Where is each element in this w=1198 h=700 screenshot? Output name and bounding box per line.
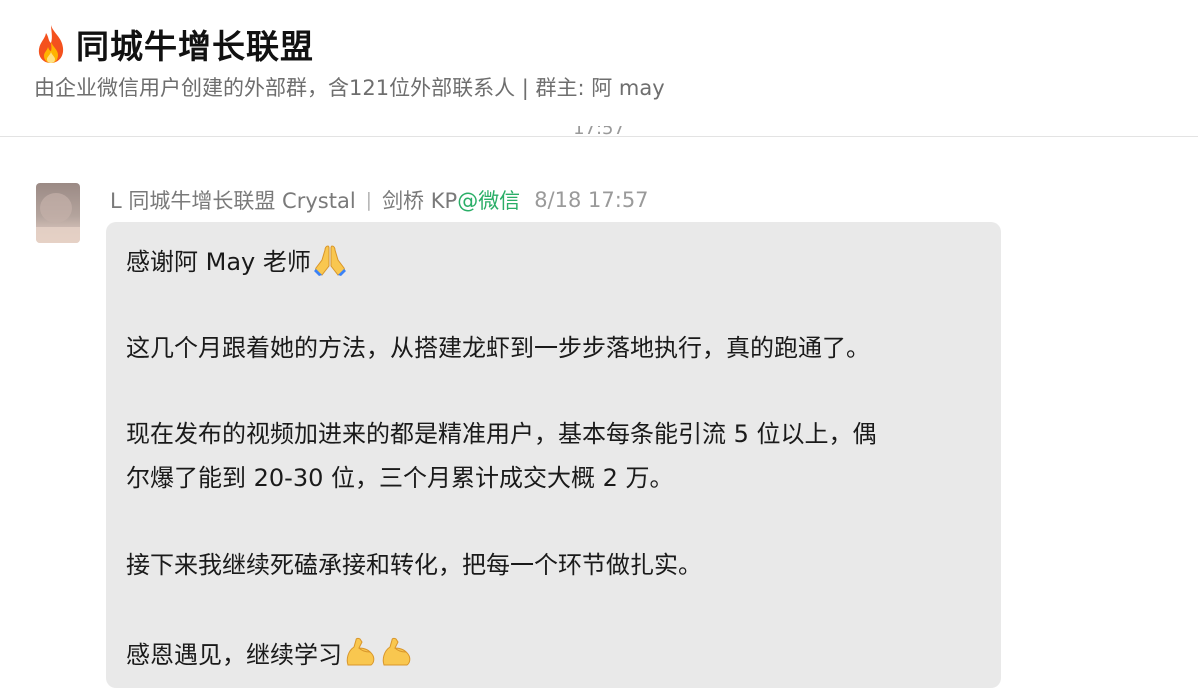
message-line: 感恩遇见，继续学习 [126, 637, 414, 670]
message-line: 接下来我继续死磕承接和转化，把每一个环节做扎实。 [126, 550, 702, 580]
meta-separator: | [365, 189, 373, 211]
message-line: 这几个月跟着她的方法，从搭建龙虾到一步步落地执行，真的跑通了。 [126, 333, 870, 363]
message-text: 现在发布的视频加进来的都是精准用户，基本每条能引流 5 位以上，偶 [126, 420, 877, 448]
avatar[interactable] [36, 183, 80, 243]
page-title: 同城牛增长联盟 [76, 27, 314, 66]
message-bubble[interactable]: 感谢阿 May 老师 这几个月跟着她的方法，从搭建龙虾到一步步落地执行，真的跑通… [106, 222, 1001, 688]
flexed-biceps-icon [382, 637, 411, 666]
message-text: 接下来我继续死磕承接和转化，把每一个环节做扎实。 [126, 551, 702, 579]
flexed-biceps-icon [346, 637, 375, 666]
wechat-tag: @微信 [457, 189, 521, 213]
time-divider: 17:57 [0, 126, 1198, 140]
sender-org: 剑桥 KP [382, 189, 458, 213]
group-subtitle: 由企业微信用户创建的外部群，含121位外部联系人 | 群主: 阿 may [34, 76, 665, 100]
message-text: 感谢阿 May 老师 [126, 248, 311, 276]
folded-hands-icon [313, 245, 346, 276]
message-timestamp: 8/18 17:57 [534, 188, 649, 212]
fire-icon [38, 25, 64, 63]
message-text: 尔爆了能到 20-30 位，三个月累计成交大概 2 万。 [126, 464, 674, 492]
chat-header: 同城牛增长联盟 由企业微信用户创建的外部群，含121位外部联系人 | 群主: 阿… [0, 0, 1198, 137]
message-line: 感谢阿 May 老师 [126, 244, 347, 277]
title-row: 同城牛增长联盟 [34, 22, 314, 66]
message-text: 这几个月跟着她的方法，从搭建龙虾到一步步落地执行，真的跑通了。 [126, 334, 870, 362]
time-divider-label: 17:57 [573, 126, 625, 139]
message-line: 现在发布的视频加进来的都是精准用户，基本每条能引流 5 位以上，偶 [126, 419, 877, 449]
sender-name[interactable]: L 同城牛增长联盟 Crystal [110, 185, 356, 215]
message-text: 感恩遇见，继续学习 [126, 641, 342, 669]
message-line: 尔爆了能到 20-30 位，三个月累计成交大概 2 万。 [126, 463, 674, 493]
message-meta: L 同城牛增长联盟 Crystal | 剑桥 KP @微信 8/18 17:57 [110, 186, 649, 214]
